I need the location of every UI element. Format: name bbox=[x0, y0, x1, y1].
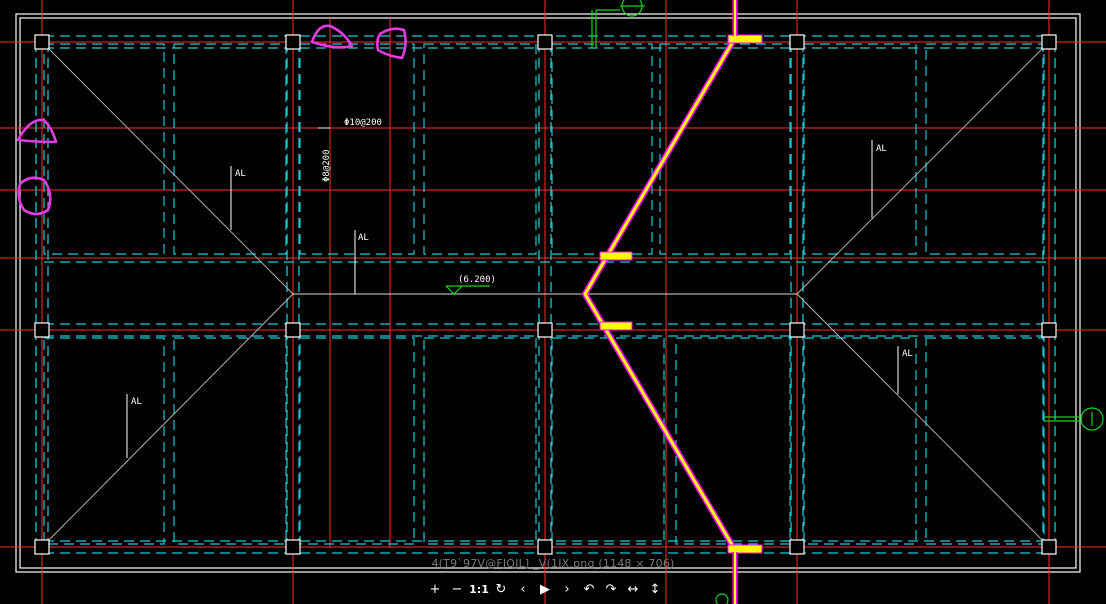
rotate-right-icon: ↷ bbox=[605, 581, 617, 597]
play-icon: ▶ bbox=[540, 581, 550, 597]
al-label-1: AL bbox=[235, 169, 246, 179]
rotate-right-button[interactable]: ↷ bbox=[600, 578, 622, 600]
next-button[interactable]: › bbox=[556, 578, 578, 600]
rebar-label-top: Φ10@200 bbox=[344, 118, 382, 128]
chevron-left-icon: ‹ bbox=[520, 581, 526, 597]
refresh-icon: ↻ bbox=[495, 581, 507, 597]
chevron-right-icon: › bbox=[564, 581, 570, 597]
flip-horizontal-icon: ↔ bbox=[627, 581, 639, 597]
zoom-out-button[interactable]: − bbox=[446, 578, 468, 600]
drawing-background bbox=[0, 0, 1106, 604]
zoom-in-button[interactable]: + bbox=[424, 578, 446, 600]
plus-icon: + bbox=[429, 581, 441, 597]
flip-horizontal-button[interactable]: ↔ bbox=[622, 578, 644, 600]
flip-vertical-button[interactable]: ↕ bbox=[644, 578, 666, 600]
minus-icon: − bbox=[451, 581, 463, 597]
al-label-2: AL bbox=[358, 233, 369, 243]
viewer-toolbar: + − 1:1 ↻ ‹ ▶ › ↶ ↷ ↔ ↕ bbox=[424, 578, 666, 600]
one-to-one-icon: 1:1 bbox=[469, 582, 489, 596]
al-label-4: AL bbox=[902, 349, 913, 359]
elevation-label: (6.200) bbox=[458, 275, 496, 285]
previous-button[interactable]: ‹ bbox=[512, 578, 534, 600]
rotate-left-icon: ↶ bbox=[583, 581, 595, 597]
actual-size-button[interactable]: 1:1 bbox=[468, 578, 490, 600]
al-label-5: AL bbox=[131, 397, 142, 407]
reset-button[interactable]: ↻ bbox=[490, 578, 512, 600]
image-caption: 4(T9`97V@FJQJL] _V(1IX.png (1148 × 706) bbox=[431, 557, 675, 570]
rotate-left-button[interactable]: ↶ bbox=[578, 578, 600, 600]
al-label-3: AL bbox=[876, 144, 887, 154]
cad-drawing-canvas[interactable]: Φ10@200 Φ8@200 AL AL AL AL AL (6.200) bbox=[0, 0, 1106, 604]
flip-vertical-icon: ↕ bbox=[649, 581, 661, 597]
slideshow-button[interactable]: ▶ bbox=[534, 578, 556, 600]
rebar-label-vertical: Φ8@200 bbox=[322, 149, 332, 182]
